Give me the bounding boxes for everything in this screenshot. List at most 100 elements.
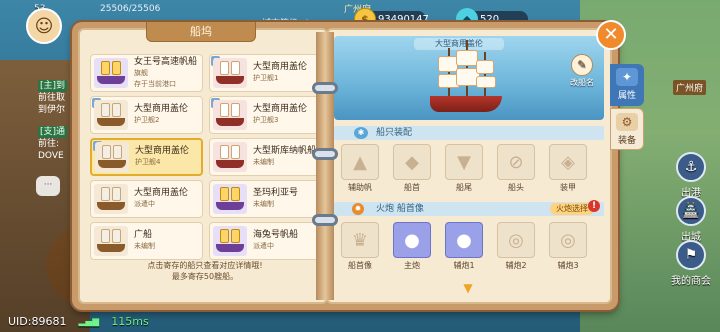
ship-status: 派遣中: [134, 200, 155, 208]
warning-icon: !: [588, 200, 600, 212]
exit-city-button[interactable]: 🏯 出城: [668, 196, 714, 243]
dock-hint-line2: 最多寄存50艘船。: [171, 272, 239, 281]
ship-card[interactable]: 广船 未编制: [90, 222, 203, 260]
equip-slots: ▲ 辅助帆 ◆ 船首 ▼ 船尾 ⊘ 船头 ◈ 装甲: [338, 144, 600, 193]
cannon-slot[interactable]: ● 辅炮1: [442, 222, 486, 271]
equip-slot[interactable]: ▼ 船尾: [442, 144, 486, 193]
rename-label: 改船名: [570, 78, 594, 87]
gate-icon: 🏯: [676, 196, 706, 226]
ship-thumbnail: [94, 58, 128, 88]
aux-cannon-icon: ◎: [497, 222, 535, 258]
ship-card[interactable]: 2 大型商用盖伦 护卫舰2: [90, 96, 203, 134]
binder-ring: [312, 82, 338, 94]
slot-label: 主炮: [404, 261, 420, 270]
ship-card[interactable]: 大型商用盖伦 派遣中: [90, 180, 203, 218]
ship-thumbnail: [213, 100, 247, 130]
main-cannon-icon: ●: [393, 222, 431, 258]
gear-icon: ✱: [354, 127, 368, 139]
cannon-section-header: ✹ 火炮 船首像 火炮选择 !: [334, 200, 604, 216]
binder-ring: [312, 214, 338, 226]
ship-status: 护卫舰4: [135, 158, 161, 166]
slot-label: 装甲: [560, 183, 576, 192]
stern-icon: ▼: [445, 144, 483, 180]
cannon-section-title: 火炮 船首像: [376, 204, 424, 214]
equip-slot[interactable]: ⊘ 船头: [494, 144, 538, 193]
ship-name: 女王号高速帆船: [134, 56, 198, 67]
equip-section-header: ✱ 船只装配: [334, 126, 604, 140]
compass-icon: ✦: [616, 68, 638, 86]
equipment-icon: ⚙: [616, 113, 638, 131]
ship-name: 海兔号帆船: [253, 230, 299, 240]
rename-ship-button[interactable]: ✎ 改船名: [566, 54, 598, 88]
slot-label: 船首像: [348, 261, 372, 270]
quest-text: 前往: DOVE: [38, 139, 64, 161]
quest-text: 前往取 到伊尔: [38, 93, 66, 115]
ship-list-page: 女王号高速帆船 旗舰 存于当前港口 1 大型商用盖伦 护卫舰1 2 大型商用盖伦…: [78, 28, 328, 304]
my-guild-button[interactable]: ⚑ 我的商会: [668, 240, 714, 287]
figurehead-icon: ♛: [341, 222, 379, 258]
wifi-icon: ▂▄▆: [78, 316, 100, 327]
ship-thumbnail: [94, 226, 128, 256]
ship-card[interactable]: 大型斯库纳帆船 未编制: [209, 138, 322, 176]
aux-cannon-icon: ◎: [549, 222, 587, 258]
ship-status: 护卫舰3: [253, 116, 279, 124]
ship-illustration: [426, 40, 504, 116]
armor-icon: ◈: [549, 144, 587, 180]
slot-label: 船首: [404, 183, 420, 192]
cannon-slot[interactable]: ● 主炮: [390, 222, 434, 271]
equip-slot[interactable]: ◈ 装甲: [546, 144, 590, 193]
cannon-slot[interactable]: ◎ 辅炮3: [546, 222, 590, 271]
anchor-icon: ⚓: [676, 152, 706, 182]
close-button[interactable]: ✕: [596, 20, 626, 50]
ship-status: 未编制: [253, 158, 274, 166]
player-exp: 25506/25506: [100, 4, 161, 14]
tab-equipment[interactable]: ⚙ 装备: [610, 108, 644, 150]
cannon-slot[interactable]: ◎ 辅炮2: [494, 222, 538, 271]
ship-thumbnail: [94, 184, 128, 214]
ship-thumbnail: [213, 226, 247, 256]
slot-label: 辅炮1: [453, 261, 475, 270]
ship-card[interactable]: 圣玛利亚号 未编制: [209, 180, 322, 218]
ship-status: 未编制: [253, 200, 274, 208]
depart-port-button[interactable]: ⚓ 出港: [668, 152, 714, 199]
my-guild-label: 我的商会: [671, 276, 711, 287]
cannon-slot[interactable]: ♛ 船首像: [338, 222, 382, 271]
tab-attributes[interactable]: ✦ 属性: [610, 64, 644, 106]
ship-card-selected[interactable]: 4 大型商用盖伦 护卫舰4: [90, 138, 203, 176]
equip-slot[interactable]: ▲ 辅助帆: [338, 144, 382, 193]
ship-name: 大型商用盖伦: [134, 104, 189, 114]
ship-status: 护卫舰2: [134, 116, 160, 124]
ship-thumbnail: [95, 142, 129, 172]
slot-label: 船头: [508, 183, 524, 192]
guild-flag-icon: ⚑: [676, 240, 706, 270]
ship-name: 圣玛利亚号: [253, 188, 299, 198]
ship-status: 派遣中: [253, 242, 274, 250]
ship-thumbnail: [213, 58, 247, 88]
ship-name: 大型商用盖伦: [253, 62, 308, 72]
ping-label: 115ms: [111, 315, 149, 328]
ship-card[interactable]: 女王号高速帆船 旗舰 存于当前港口: [90, 54, 203, 92]
player-avatar[interactable]: ☺: [26, 8, 62, 44]
ship-card[interactable]: 3 大型商用盖伦 护卫舰3: [209, 96, 322, 134]
chat-button[interactable]: ···: [36, 176, 60, 196]
slot-label: 辅炮2: [505, 261, 527, 270]
shipyard-panel: 女王号高速帆船 旗舰 存于当前港口 1 大型商用盖伦 护卫舰1 2 大型商用盖伦…: [72, 22, 618, 310]
ship-detail-page: 大型商用盖伦 ✎ 改船名 ✱ 船只装配 ▲ 辅助帆 ◆ 船首 ▼ 船尾 ⊘ 船头…: [326, 28, 612, 304]
bow-icon: ◆: [393, 144, 431, 180]
city-flag: 广州府: [672, 80, 706, 95]
slot-label: 辅助帆: [348, 183, 372, 192]
ship-name: 大型商用盖伦: [253, 104, 308, 114]
shipyard-title: 船坞: [146, 22, 256, 42]
quill-icon: ✎: [571, 54, 593, 76]
book-spine: [316, 32, 334, 300]
ship-thumbnail: [213, 142, 247, 172]
ship-thumbnail: [94, 100, 128, 130]
cannon-slots: ♛ 船首像 ● 主炮 ● 辅炮1 ◎ 辅炮2 ◎ 辅炮3: [338, 222, 600, 271]
ship-name: 广船: [134, 230, 153, 240]
aux-cannon-icon: ●: [445, 222, 483, 258]
ship-card[interactable]: 1 大型商用盖伦 护卫舰1: [209, 54, 322, 92]
equip-slot[interactable]: ◆ 船首: [390, 144, 434, 193]
ship-card[interactable]: 海兔号帆船 派遣中: [209, 222, 322, 260]
scroll-down-icon[interactable]: ▼: [460, 282, 476, 294]
ship-location: 存于当前港口: [134, 79, 176, 88]
